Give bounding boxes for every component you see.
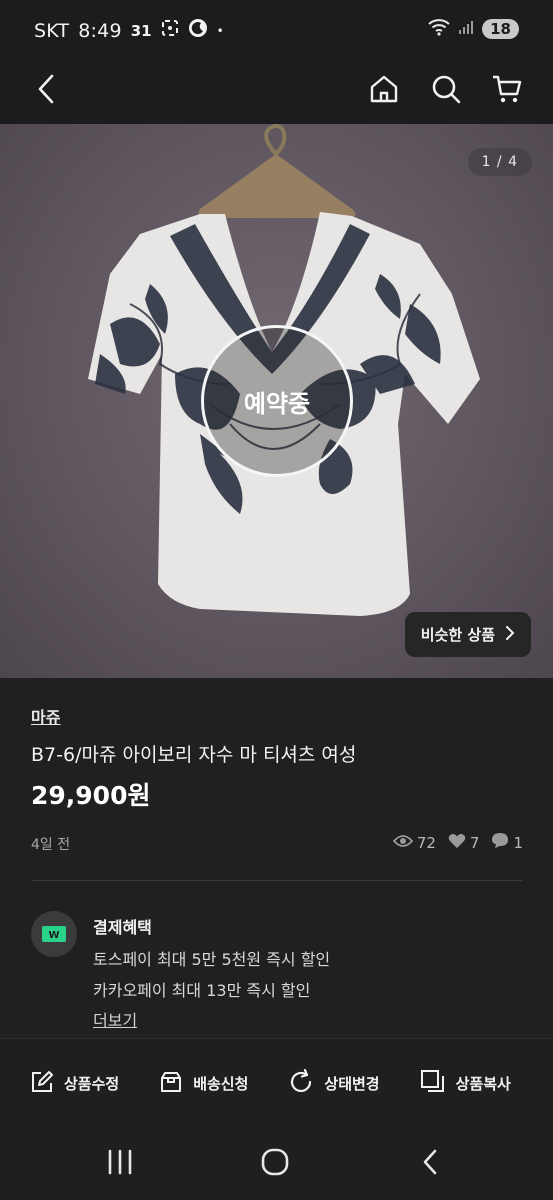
top-nav (0, 58, 553, 124)
product-title: B7-6/마쥬 아이보리 자수 마 티셔츠 여성 (31, 744, 357, 766)
heart-icon (448, 833, 466, 853)
clock: 8:49 (78, 19, 122, 42)
product-image[interactable]: 예약중 (0, 124, 553, 678)
more-benefits-link[interactable]: 더보기 (93, 1007, 137, 1031)
notification-dot: • (216, 23, 224, 38)
system-back-button[interactable] (410, 1146, 450, 1182)
system-navigation (0, 1128, 553, 1200)
copy-product-button[interactable]: 상품복사 (420, 1069, 511, 1099)
copy-icon (420, 1069, 446, 1099)
cart-icon (491, 74, 523, 108)
product-price: 29,900원 (31, 781, 151, 810)
posted-time: 4일 전 (31, 837, 71, 853)
benefit-toss: 토스페이 최대 5만 5천원 즉시 할인 (93, 950, 331, 969)
payment-benefit-icon: W (31, 911, 77, 957)
shipping-request-button[interactable]: 배송신청 (159, 1070, 248, 1098)
screenshot-icon (161, 19, 179, 42)
reserved-badge: 예약중 (201, 325, 353, 477)
do-not-disturb-icon (188, 18, 208, 43)
similar-products-button[interactable]: 비슷한 상품 (404, 612, 531, 657)
chat-bubble-icon (491, 832, 509, 853)
back-chevron-icon (420, 1148, 440, 1180)
hanger-hook (264, 124, 287, 156)
views-stat: 72 (392, 833, 436, 852)
refresh-icon (288, 1068, 314, 1099)
battery-level: 18 (482, 19, 519, 39)
search-button[interactable] (423, 68, 469, 114)
likes-count: 7 (469, 833, 480, 852)
image-counter: 1 / 4 (467, 148, 532, 176)
eye-icon (392, 834, 414, 852)
home-button[interactable] (361, 68, 407, 114)
recent-apps-icon (106, 1149, 134, 1179)
brand-link[interactable]: 마쥬 (31, 704, 60, 728)
product-stats: 72 7 1 (387, 832, 523, 853)
cart-button[interactable] (484, 68, 530, 114)
chevron-right-icon (505, 625, 515, 645)
status-bar: SKT 8:49 31 • 18 (0, 0, 553, 58)
change-status-label: 상태변경 (324, 1075, 380, 1093)
home-system-button[interactable] (255, 1146, 295, 1182)
recent-apps-button[interactable] (100, 1146, 140, 1182)
likes-stat: 7 (448, 833, 480, 853)
shipping-request-label: 배송신청 (193, 1075, 249, 1093)
chats-stat: 1 (491, 832, 523, 853)
edit-product-button[interactable]: 상품수정 (30, 1070, 119, 1098)
svg-text:W: W (48, 930, 59, 941)
carrier-label: SKT (34, 19, 70, 42)
change-status-button[interactable]: 상태변경 (288, 1068, 380, 1099)
box-icon (159, 1070, 183, 1098)
action-bar: 상품수정 배송신청 상태변경 상품복사 (0, 1038, 553, 1128)
views-count: 72 (416, 833, 436, 852)
edit-icon (30, 1070, 54, 1098)
chats-count: 1 (513, 833, 523, 852)
edit-product-label: 상품수정 (64, 1075, 120, 1093)
benefit-kakao: 카카오페이 최대 13만 즉시 할인 (93, 981, 311, 1000)
divider (31, 880, 522, 881)
home-icon (369, 74, 399, 108)
signal-icon (458, 19, 474, 39)
wifi-icon (428, 18, 450, 40)
search-icon (430, 73, 462, 109)
copy-product-label: 상품복사 (455, 1075, 511, 1093)
home-circle-icon (260, 1147, 290, 1181)
hanger (198, 154, 356, 218)
temperature: 31 (130, 21, 152, 40)
benefit-title: 결제혜택 (93, 918, 152, 937)
similar-products-label: 비슷한 상품 (420, 626, 495, 644)
product-info: 마쥬 B7-6/마쥬 아이보리 자수 마 티셔츠 여성 29,900원 4일 전… (0, 678, 553, 1038)
back-button[interactable] (24, 68, 70, 114)
back-arrow-icon (34, 74, 60, 108)
